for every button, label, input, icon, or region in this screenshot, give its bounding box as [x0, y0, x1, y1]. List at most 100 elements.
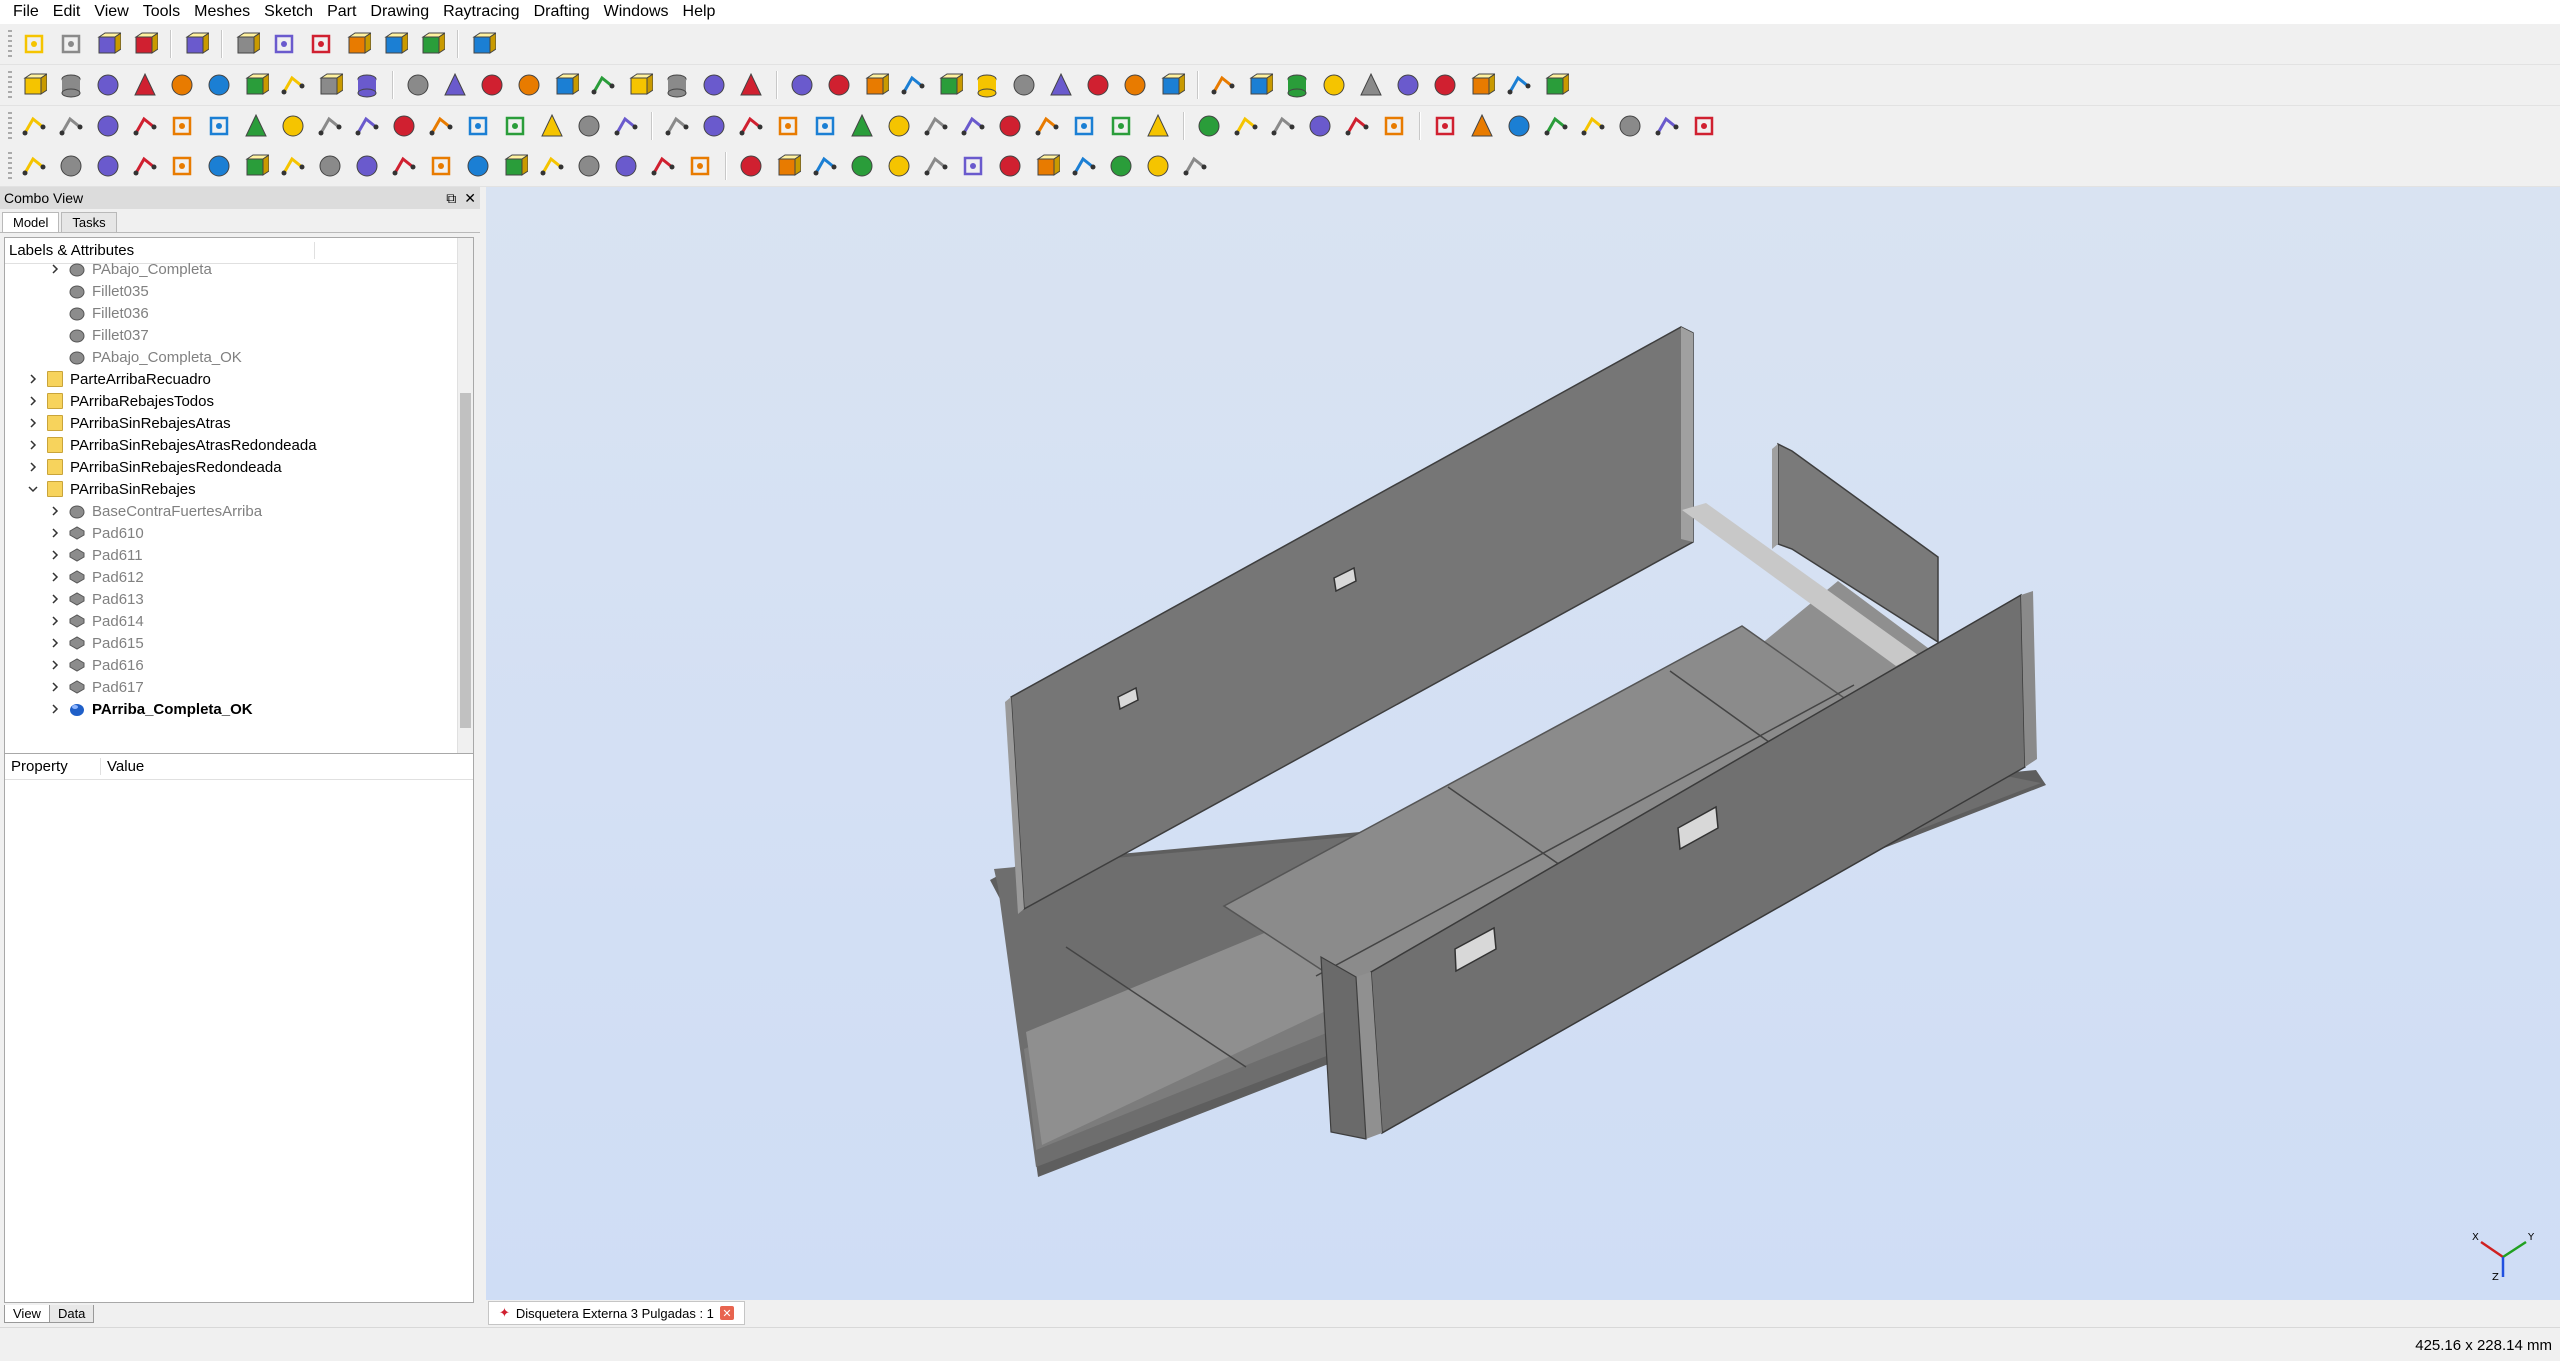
chevron-right-icon[interactable] [49, 703, 61, 715]
tree-item[interactable]: BaseContraFuertesArriba [49, 500, 262, 522]
part-button-10-icon[interactable] [402, 69, 434, 101]
sketch-button-28-icon[interactable] [1068, 110, 1100, 142]
sketch-button-22-icon[interactable] [846, 110, 878, 142]
menu-meshes[interactable]: Meshes [187, 0, 257, 24]
sketch-button-14-icon[interactable] [536, 110, 568, 142]
chevron-right-icon[interactable] [27, 395, 39, 407]
constraint-button-6-icon[interactable] [240, 150, 272, 182]
constraint-button-20-icon[interactable] [772, 150, 804, 182]
constraint-button-4-icon[interactable] [166, 150, 198, 182]
constraint-button-10-icon[interactable] [388, 150, 420, 182]
constraint-button-18-icon[interactable] [684, 150, 716, 182]
part-button-36-icon[interactable] [1392, 69, 1424, 101]
part-button-19-icon[interactable] [735, 69, 767, 101]
tree-item[interactable]: Pad610 [49, 522, 144, 544]
part-button-17-icon[interactable] [661, 69, 693, 101]
sketch-button-24-icon[interactable] [920, 110, 952, 142]
chevron-right-icon[interactable] [27, 417, 39, 429]
part-button-0-icon[interactable] [18, 69, 50, 101]
part-button-14-icon[interactable] [550, 69, 582, 101]
part-button-5-icon[interactable] [203, 69, 235, 101]
sketch-button-30-icon[interactable] [1142, 110, 1174, 142]
sketch-button-9-icon[interactable] [351, 110, 383, 142]
document-tab[interactable]: ✦ Disquetera Externa 3 Pulgadas : 1 ✕ [488, 1301, 745, 1325]
constraint-button-24-icon[interactable] [920, 150, 952, 182]
sketch-button-33-icon[interactable] [1267, 110, 1299, 142]
part-button-13-icon[interactable] [513, 69, 545, 101]
part-button-18-icon[interactable] [698, 69, 730, 101]
view-button-6-icon[interactable] [268, 28, 300, 60]
sketch-button-19-icon[interactable] [735, 110, 767, 142]
part-button-16-icon[interactable] [624, 69, 656, 101]
view-button-1-icon[interactable] [55, 28, 87, 60]
menu-drawing[interactable]: Drawing [363, 0, 436, 24]
tree-item[interactable]: PAbajo_Completa_OK [49, 346, 242, 368]
toolbar-grip[interactable] [8, 30, 12, 58]
part-button-2-icon[interactable] [92, 69, 124, 101]
sketch-button-38-icon[interactable] [1466, 110, 1498, 142]
part-button-1-icon[interactable] [55, 69, 87, 101]
tree-item[interactable]: PArribaSinRebajesAtrasRedondeada [27, 434, 317, 456]
sketch-button-23-icon[interactable] [883, 110, 915, 142]
part-button-6-icon[interactable] [240, 69, 272, 101]
part-button-21-icon[interactable] [823, 69, 855, 101]
chevron-right-icon[interactable] [49, 659, 61, 671]
tree-item[interactable]: PArribaRebajesTodos [27, 390, 214, 412]
sketch-button-16-icon[interactable] [610, 110, 642, 142]
toolbar-grip[interactable] [8, 152, 12, 180]
menu-edit[interactable]: Edit [46, 0, 88, 24]
chevron-right-icon[interactable] [49, 527, 61, 539]
part-button-26-icon[interactable] [1008, 69, 1040, 101]
chevron-right-icon[interactable] [49, 571, 61, 583]
sketch-button-43-icon[interactable] [1651, 110, 1683, 142]
sketch-button-8-icon[interactable] [314, 110, 346, 142]
part-button-23-icon[interactable] [897, 69, 929, 101]
constraint-button-8-icon[interactable] [314, 150, 346, 182]
sketch-button-44-icon[interactable] [1688, 110, 1720, 142]
part-button-8-icon[interactable] [314, 69, 346, 101]
constraint-button-19-icon[interactable] [735, 150, 767, 182]
constraint-button-22-icon[interactable] [846, 150, 878, 182]
close-tab-icon[interactable]: ✕ [719, 1306, 734, 1320]
sketch-button-39-icon[interactable] [1503, 110, 1535, 142]
part-button-37-icon[interactable] [1429, 69, 1461, 101]
sketch-button-2-icon[interactable] [92, 110, 124, 142]
part-button-27-icon[interactable] [1045, 69, 1077, 101]
part-button-7-icon[interactable] [277, 69, 309, 101]
tree-item[interactable]: PAbajo_Completa [49, 258, 212, 280]
part-button-33-icon[interactable] [1281, 69, 1313, 101]
tree-item[interactable]: Pad614 [49, 610, 144, 632]
chevron-right-icon[interactable] [49, 681, 61, 693]
tree-item[interactable]: PArriba_Completa_OK [49, 698, 253, 720]
part-button-24-icon[interactable] [934, 69, 966, 101]
tab-data[interactable]: Data [48, 1305, 95, 1323]
sketch-button-25-icon[interactable] [957, 110, 989, 142]
constraint-button-13-icon[interactable] [499, 150, 531, 182]
3d-model-drive-enclosure[interactable] [486, 187, 2560, 1300]
chevron-right-icon[interactable] [49, 263, 61, 275]
chevron-right-icon[interactable] [49, 593, 61, 605]
constraint-button-29-icon[interactable] [1105, 150, 1137, 182]
menu-help[interactable]: Help [676, 0, 723, 24]
constraint-button-7-icon[interactable] [277, 150, 309, 182]
constraint-button-16-icon[interactable] [610, 150, 642, 182]
sketch-button-0-icon[interactable] [18, 110, 50, 142]
part-button-20-icon[interactable] [786, 69, 818, 101]
constraint-button-2-icon[interactable] [92, 150, 124, 182]
view-button-4-icon[interactable] [180, 28, 212, 60]
chevron-right-icon[interactable] [49, 637, 61, 649]
constraint-button-25-icon[interactable] [957, 150, 989, 182]
sketch-button-5-icon[interactable] [203, 110, 235, 142]
tree-scrollbar-thumb[interactable] [460, 393, 471, 728]
tree-item[interactable]: Fillet037 [49, 324, 149, 346]
sketch-button-20-icon[interactable] [772, 110, 804, 142]
tree-item[interactable]: ParteArribaRecuadro [27, 368, 211, 390]
sketch-button-15-icon[interactable] [573, 110, 605, 142]
chevron-right-icon[interactable] [49, 505, 61, 517]
sketch-button-13-icon[interactable] [499, 110, 531, 142]
sketch-button-21-icon[interactable] [809, 110, 841, 142]
menu-sketch[interactable]: Sketch [257, 0, 320, 24]
sketch-button-26-icon[interactable] [994, 110, 1026, 142]
view-button-0-icon[interactable] [18, 28, 50, 60]
part-button-12-icon[interactable] [476, 69, 508, 101]
